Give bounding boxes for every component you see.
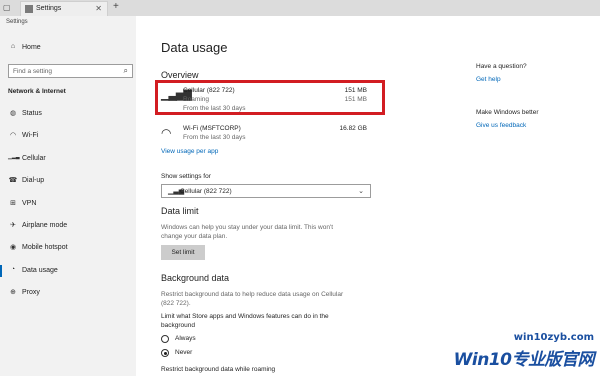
sidebar-item-label: VPN [22, 199, 37, 207]
watermark: win10zyb.com Win10专业版官网 [424, 332, 596, 370]
radio-always-label: Always [175, 335, 196, 342]
home-icon: ⌂ [10, 43, 16, 50]
make-windows-better-heading: Make Windows better [476, 109, 539, 116]
question-heading: Have a question? [476, 63, 527, 70]
active-indicator [0, 264, 2, 277]
cellular-name: Cellular (822 722) [183, 87, 235, 94]
wifi-name: Wi-Fi (MSFTCORP) [183, 125, 241, 132]
background-data-heading: Background data [161, 273, 230, 283]
vpn-icon: ⊞ [10, 199, 16, 207]
show-settings-dropdown[interactable]: ▁▃▅ Cellular (822 722) ⌄ [161, 184, 371, 198]
status-icon: ◍ [9, 110, 17, 117]
search-placeholder: Find a setting [13, 68, 53, 75]
sidebar-section-label: Network & Internet [8, 88, 66, 95]
wifi-icon: ◠ [9, 132, 17, 140]
sidebar-item-label: Mobile hotspot [22, 244, 68, 252]
radio-always[interactable] [161, 335, 169, 343]
search-input[interactable]: Find a setting ⌕ [8, 64, 133, 78]
watermark-brand: Win10专业版官网 [453, 350, 595, 370]
restrict-roaming-label: Restrict background data while roaming [161, 366, 276, 373]
show-settings-label: Show settings for [161, 173, 211, 180]
wifi-usage: 16.82 GB [339, 125, 367, 132]
background-text-line-2: (822 722). [161, 300, 191, 307]
proxy-icon: ⊕ [10, 289, 16, 297]
title-bar: ▢ Settings ✕ + [0, 0, 600, 16]
settings-app-icon [25, 5, 33, 13]
sidebar-item-label: Dial-up [22, 177, 45, 185]
sidebar-item-vpn[interactable]: ⊞ VPN [0, 196, 136, 212]
cellular-usage-row[interactable]: ▁▃▅▇ Cellular (822 722) 151 MB Roaming 1… [161, 87, 371, 113]
sidebar-item-proxy[interactable]: ⊕ Proxy [0, 285, 136, 301]
chevron-down-icon: ⌄ [358, 188, 364, 195]
sidebar-item-airplane-mode[interactable]: ✈ Airplane mode [0, 218, 136, 234]
sidebar-item-wi-fi[interactable]: ◠ Wi-Fi [0, 128, 136, 144]
cellular-icon: ▁▂▃ [8, 153, 20, 160]
window-menu-icon[interactable]: ▢ [3, 3, 11, 12]
new-tab-button[interactable]: + [113, 1, 119, 12]
sidebar-item-label: Home [22, 44, 41, 51]
sidebar-item-home[interactable]: ⌂ Home [0, 40, 136, 56]
sidebar-item-label: Data usage [22, 266, 58, 274]
data-limit-text-line-2: change your data plan. [161, 233, 228, 240]
sidebar-item-mobile-hotspot[interactable]: ◉ Mobile hotspot [0, 240, 136, 256]
sidebar-item-label: Wi-Fi [22, 132, 39, 140]
wifi-icon: ◠ [161, 126, 172, 140]
sidebar-item-dial-up[interactable]: ☎ Dial-up [0, 173, 136, 189]
sidebar-item-label: Status [22, 110, 42, 117]
overview-heading: Overview [161, 70, 199, 80]
view-usage-per-app-link[interactable]: View usage per app [161, 148, 218, 155]
cellular-usage: 151 MB [344, 87, 367, 94]
data-limit-heading: Data limit [161, 206, 199, 216]
sidebar-item-data-usage[interactable]: ◔ Data usage [0, 263, 136, 279]
cellular-roaming-usage: 151 MB [344, 96, 367, 103]
airplane-icon: ✈ [10, 222, 16, 229]
close-tab-icon[interactable]: ✕ [95, 4, 102, 13]
dialup-icon: ☎ [8, 177, 18, 185]
wifi-usage-row[interactable]: ◠ Wi-Fi (MSFTCORP) 16.82 GB From the las… [161, 125, 371, 143]
page-title: Data usage [161, 40, 228, 55]
background-text-line-1: Restrict background data to help reduce … [161, 291, 344, 298]
radio-never[interactable] [161, 349, 169, 357]
tab-title: Settings [36, 5, 62, 12]
hotspot-icon: ◉ [9, 244, 17, 252]
data-usage-icon: ◔ [10, 265, 16, 273]
search-icon[interactable]: ⌕ [124, 66, 128, 76]
set-limit-button[interactable]: Set limit [161, 245, 205, 260]
cellular-roaming-label: Roaming [183, 96, 210, 103]
limit-question-line-1: Limit what Store apps and Windows featur… [161, 313, 329, 320]
wifi-period: From the last 30 days [183, 134, 246, 141]
sidebar-item-cellular[interactable]: ▁▂▃ Cellular [0, 151, 136, 167]
watermark-site: win10zyb.com [513, 332, 594, 343]
limit-question-line-2: background [161, 322, 195, 329]
tab-settings[interactable]: Settings ✕ [20, 1, 108, 16]
sidebar-item-status[interactable]: ◍ Status [0, 106, 136, 122]
data-limit-text-line-1: Windows can help you stay under your dat… [161, 224, 334, 231]
sidebar-item-label: Cellular [22, 154, 46, 162]
cellular-period: From the last 30 days [183, 105, 246, 112]
get-help-link[interactable]: Get help [476, 76, 501, 83]
sidebar-item-label: Airplane mode [22, 222, 68, 229]
app-title: Settings [6, 19, 28, 25]
sidebar-item-label: Proxy [22, 289, 40, 297]
radio-never-label: Never [175, 349, 193, 356]
show-settings-value: Cellular (822 722) [180, 188, 232, 195]
give-feedback-link[interactable]: Give us feedback [476, 122, 526, 129]
